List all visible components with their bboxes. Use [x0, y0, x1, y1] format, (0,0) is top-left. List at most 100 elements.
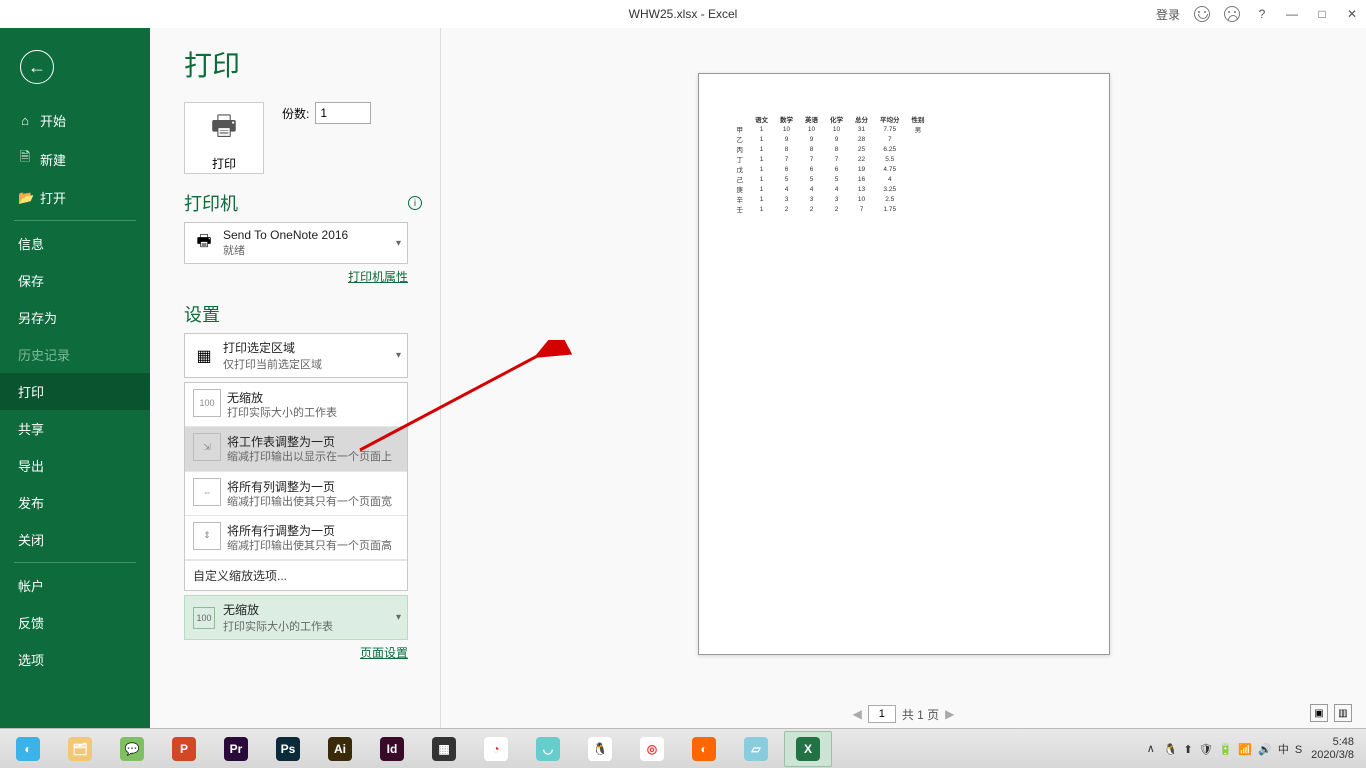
- taskbar-app-notes[interactable]: ▱: [732, 731, 780, 767]
- sidebar-item-共享[interactable]: 共享: [0, 410, 150, 447]
- maximize-button[interactable]: □: [1314, 7, 1330, 21]
- current-scale-title: 无缩放: [223, 601, 333, 618]
- taskbar-app-chart[interactable]: ◔: [472, 731, 520, 767]
- tray-icon[interactable]: S: [1295, 744, 1302, 756]
- tray-expand-icon[interactable]: ∧: [1147, 742, 1155, 755]
- sidebar-item-导出[interactable]: 导出: [0, 447, 150, 484]
- sidebar-item-另存为[interactable]: 另存为: [0, 299, 150, 336]
- app-icon: ◎: [640, 737, 664, 761]
- app-icon: ◡: [536, 737, 560, 761]
- tray-icon[interactable]: 🐧: [1164, 744, 1178, 756]
- print-button-label: 打印: [212, 155, 236, 172]
- back-button[interactable]: ←: [20, 50, 54, 84]
- sidebar-item-关闭[interactable]: 关闭: [0, 521, 150, 558]
- prev-page-button[interactable]: ◀: [853, 707, 862, 721]
- tray-icon[interactable]: ⬆: [1184, 744, 1193, 756]
- sidebar-item-发布[interactable]: 发布: [0, 484, 150, 521]
- sidebar-item-打开[interactable]: 📂打开: [0, 179, 150, 216]
- scale-option-icon: ⇲: [193, 433, 221, 461]
- print-panel: 打印 🖶 打印 份数: 打印机 i 🖶 Send To OneNote 2016: [150, 28, 440, 728]
- happy-face-icon[interactable]: [1194, 6, 1210, 22]
- sidebar-item-保存[interactable]: 保存: [0, 262, 150, 299]
- tray-icon[interactable]: 📶: [1238, 744, 1252, 756]
- scale-option-icon: ⇕: [193, 522, 221, 550]
- sidebar-item-帐户[interactable]: 帐户: [0, 567, 150, 604]
- sidebar-item-label: 帐户: [18, 576, 44, 595]
- app-icon: ◔: [484, 737, 508, 761]
- sidebar-item-label: 反馈: [18, 613, 44, 632]
- print-button[interactable]: 🖶 打印: [184, 102, 264, 174]
- close-button[interactable]: ✕: [1344, 7, 1360, 21]
- sad-face-icon[interactable]: [1224, 6, 1240, 22]
- sidebar-item-label: 保存: [18, 271, 44, 290]
- app-icon: ▦: [432, 737, 456, 761]
- taskbar-app-chrome[interactable]: ◎: [628, 731, 676, 767]
- printer-status: 就绪: [223, 242, 348, 258]
- sidebar-item-新建[interactable]: 🗎新建: [0, 139, 150, 179]
- taskbar-app-chat[interactable]: ◡: [524, 731, 572, 767]
- current-scale-select[interactable]: 100 无缩放 打印实际大小的工作表 ▾: [184, 595, 408, 640]
- sidebar-item-label: 信息: [18, 234, 44, 253]
- taskbar-app-explorer[interactable]: 🗂: [56, 731, 104, 767]
- tray-icon[interactable]: 🔊: [1258, 744, 1272, 756]
- backstage-sidebar: ← ⌂开始🗎新建📂打开 信息保存另存为历史记录打印共享导出发布关闭 帐户反馈选项: [0, 28, 150, 728]
- zoom-to-page-button[interactable]: ▣: [1310, 704, 1328, 722]
- minimize-button[interactable]: —: [1284, 7, 1300, 21]
- sidebar-item-选项[interactable]: 选项: [0, 641, 150, 678]
- taskbar-app-video[interactable]: ▦: [420, 731, 468, 767]
- app-icon: P: [172, 737, 196, 761]
- help-button[interactable]: ?: [1254, 7, 1270, 21]
- print-preview: 语文数学英语化学总分平均分性别甲1101010317.75男乙1999287丙1…: [440, 28, 1366, 728]
- print-area-select[interactable]: ▦ 打印选定区域 仅打印当前选定区域 ▾: [184, 333, 408, 378]
- taskbar-app-wechat[interactable]: 💬: [108, 731, 156, 767]
- sidebar-item-打印[interactable]: 打印: [0, 373, 150, 410]
- sidebar-item-label: 历史记录: [18, 345, 70, 364]
- scale-option-desc: 缩减打印输出使其只有一个页面宽: [227, 495, 392, 509]
- sidebar-item-开始[interactable]: ⌂开始: [0, 102, 150, 139]
- taskbar-app-ppt[interactable]: P: [160, 731, 208, 767]
- titlebar-right: 登录 ? — □ ✕: [1156, 6, 1360, 23]
- taskbar-app-id[interactable]: Id: [368, 731, 416, 767]
- sidebar-separator: [14, 220, 136, 221]
- app-icon: 🗂: [68, 737, 92, 761]
- info-icon[interactable]: i: [408, 196, 422, 210]
- taskbar-app-firefox[interactable]: ◐: [680, 731, 728, 767]
- taskbar-app-browser[interactable]: ◐: [4, 731, 52, 767]
- taskbar-app-premiere[interactable]: Pr: [212, 731, 260, 767]
- scale-option-desc: 打印实际大小的工作表: [227, 406, 337, 420]
- system-tray: ∧ 🐧 ⬆ 🛡 🔋 📶 🔊 中S 5:48 2020/3/8: [1147, 736, 1362, 761]
- sidebar-item-反馈[interactable]: 反馈: [0, 604, 150, 641]
- app-icon: ◐: [692, 737, 716, 761]
- scale-option[interactable]: ⇲将工作表调整为一页缩减打印输出以显示在一个页面上: [185, 427, 407, 471]
- tray-icon[interactable]: 🛡: [1199, 744, 1213, 756]
- sidebar-item-信息[interactable]: 信息: [0, 225, 150, 262]
- scale-options-list: 100无缩放打印实际大小的工作表⇲将工作表调整为一页缩减打印输出以显示在一个页面…: [184, 382, 408, 591]
- taskbar-app-excel[interactable]: X: [784, 731, 832, 767]
- scale-option-title: 将工作表调整为一页: [227, 433, 392, 450]
- scale-option[interactable]: ⇕将所有行调整为一页缩减打印输出使其只有一个页面高: [185, 516, 407, 560]
- preview-page: 语文数学英语化学总分平均分性别甲1101010317.75男乙1999287丙1…: [698, 73, 1110, 655]
- taskbar-app-ps[interactable]: Ps: [264, 731, 312, 767]
- next-page-button[interactable]: ▶: [945, 707, 954, 721]
- printer-properties-link[interactable]: 打印机属性: [184, 268, 408, 285]
- page-total-label: 共 1 页: [902, 706, 939, 723]
- window-title: WHW25.xlsx - Excel: [629, 7, 738, 21]
- current-scale-desc: 打印实际大小的工作表: [223, 618, 333, 634]
- show-margins-button[interactable]: ▥: [1334, 704, 1352, 722]
- page-setup-link[interactable]: 页面设置: [184, 644, 408, 661]
- copies-input[interactable]: [315, 102, 371, 124]
- page-number-input[interactable]: [868, 705, 896, 723]
- custom-scale-option[interactable]: 自定义缩放选项...: [185, 560, 407, 590]
- clock[interactable]: 5:48 2020/3/8: [1311, 736, 1354, 761]
- taskbar-app-ai[interactable]: Ai: [316, 731, 364, 767]
- login-link[interactable]: 登录: [1156, 6, 1180, 23]
- printer-select[interactable]: 🖶 Send To OneNote 2016 就绪 ▾: [184, 222, 408, 264]
- tray-icon[interactable]: 中: [1278, 744, 1289, 756]
- scale-option[interactable]: 100无缩放打印实际大小的工作表: [185, 383, 407, 427]
- scale-option[interactable]: ⇔将所有列调整为一页缩减打印输出使其只有一个页面宽: [185, 472, 407, 516]
- scale-icon: 100: [193, 607, 215, 629]
- sidebar-item-label: 关闭: [18, 530, 44, 549]
- taskbar-app-qq[interactable]: 🐧: [576, 731, 624, 767]
- tray-icon[interactable]: 🔋: [1219, 744, 1233, 756]
- app-icon: Ps: [276, 737, 300, 761]
